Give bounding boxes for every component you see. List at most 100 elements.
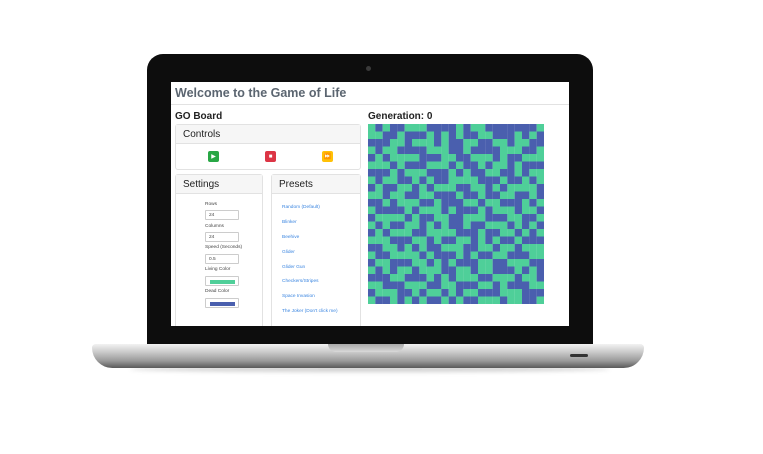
board-cell[interactable] — [507, 221, 515, 230]
board-cell[interactable] — [514, 161, 523, 170]
board-cell[interactable] — [368, 236, 376, 245]
board-cell[interactable] — [434, 221, 442, 230]
board-cell[interactable] — [456, 184, 464, 192]
board-cell[interactable] — [478, 274, 486, 282]
board-cell[interactable] — [522, 154, 530, 162]
board-cell[interactable] — [434, 154, 442, 162]
board-cell[interactable] — [485, 131, 493, 140]
board-cell[interactable] — [426, 274, 435, 282]
board-cell[interactable] — [382, 206, 391, 215]
board-cell[interactable] — [397, 274, 405, 282]
board-cell[interactable] — [456, 221, 464, 230]
board-cell[interactable] — [463, 229, 471, 237]
board-cell[interactable] — [507, 229, 515, 237]
board-cell[interactable] — [507, 176, 515, 185]
board-cell[interactable] — [463, 184, 471, 192]
board-cell[interactable] — [397, 289, 405, 297]
board-cell[interactable] — [397, 191, 405, 200]
board-cell[interactable] — [434, 124, 442, 132]
board-cell[interactable] — [448, 161, 457, 170]
board-cell[interactable] — [368, 146, 376, 155]
board-cell[interactable] — [390, 236, 398, 245]
board-cell[interactable] — [426, 281, 435, 290]
board-cell[interactable] — [441, 251, 449, 260]
board-cell[interactable] — [514, 146, 523, 155]
board-cell[interactable] — [485, 169, 493, 177]
board-cell[interactable] — [529, 244, 537, 252]
board-cell[interactable] — [426, 244, 435, 252]
board-cell[interactable] — [375, 146, 383, 155]
board-cell[interactable] — [382, 131, 391, 140]
board-cell[interactable] — [404, 244, 413, 252]
board-cell[interactable] — [375, 281, 383, 290]
board-cell[interactable] — [456, 289, 464, 297]
board-cell[interactable] — [390, 124, 398, 132]
board-cell[interactable] — [368, 206, 376, 215]
board-cell[interactable] — [375, 229, 383, 237]
board-cell[interactable] — [485, 274, 493, 282]
board-cell[interactable] — [456, 259, 464, 267]
board-cell[interactable] — [404, 296, 413, 305]
board-cell[interactable] — [507, 124, 515, 132]
board-cell[interactable] — [470, 206, 479, 215]
board-cell[interactable] — [507, 251, 515, 260]
board-cell[interactable] — [375, 154, 383, 162]
board-cell[interactable] — [522, 214, 530, 222]
board-cell[interactable] — [419, 274, 427, 282]
board-cell[interactable] — [478, 296, 486, 305]
board-cell[interactable] — [390, 244, 398, 252]
board-cell[interactable] — [522, 191, 530, 200]
board-cell[interactable] — [478, 146, 486, 155]
board-cell[interactable] — [492, 214, 501, 222]
board-cell[interactable] — [397, 206, 405, 215]
board-cell[interactable] — [434, 236, 442, 245]
board-cell[interactable] — [382, 259, 391, 267]
fast-forward-button[interactable]: ⏩ — [322, 151, 333, 162]
board-cell[interactable] — [448, 251, 457, 260]
board-cell[interactable] — [463, 161, 471, 170]
board-cell[interactable] — [368, 161, 376, 170]
board-cell[interactable] — [456, 236, 464, 245]
board-cell[interactable] — [514, 274, 523, 282]
board-cell[interactable] — [426, 214, 435, 222]
board-cell[interactable] — [368, 251, 376, 260]
board-cell[interactable] — [456, 154, 464, 162]
board-cell[interactable] — [397, 296, 405, 305]
board-cell[interactable] — [390, 131, 398, 140]
rows-input[interactable]: 24 — [205, 210, 239, 220]
board-cell[interactable] — [412, 124, 420, 132]
board-cell[interactable] — [470, 184, 479, 192]
board-cell[interactable] — [375, 251, 383, 260]
board-cell[interactable] — [419, 131, 427, 140]
board-cell[interactable] — [485, 161, 493, 170]
board-cell[interactable] — [448, 221, 457, 230]
board-cell[interactable] — [382, 199, 391, 207]
board-cell[interactable] — [470, 266, 479, 275]
board-cell[interactable] — [390, 176, 398, 185]
board-cell[interactable] — [522, 161, 530, 170]
board-cell[interactable] — [368, 244, 376, 252]
board-cell[interactable] — [470, 296, 479, 305]
board-cell[interactable] — [397, 236, 405, 245]
board-cell[interactable] — [368, 289, 376, 297]
board-cell[interactable] — [368, 259, 376, 267]
board-cell[interactable] — [441, 244, 449, 252]
board-cell[interactable] — [456, 266, 464, 275]
board-cell[interactable] — [470, 274, 479, 282]
board-cell[interactable] — [514, 229, 523, 237]
board-cell[interactable] — [500, 124, 508, 132]
board-cell[interactable] — [492, 154, 501, 162]
board-cell[interactable] — [485, 199, 493, 207]
board-cell[interactable] — [514, 139, 523, 147]
board-cell[interactable] — [456, 251, 464, 260]
board-cell[interactable] — [470, 214, 479, 222]
board-cell[interactable] — [390, 274, 398, 282]
board-cell[interactable] — [463, 221, 471, 230]
board-cell[interactable] — [463, 124, 471, 132]
board-cell[interactable] — [500, 259, 508, 267]
board-cell[interactable] — [456, 296, 464, 305]
columns-input[interactable]: 24 — [205, 232, 239, 242]
board-cell[interactable] — [500, 154, 508, 162]
board-cell[interactable] — [382, 236, 391, 245]
board-cell[interactable] — [390, 296, 398, 305]
